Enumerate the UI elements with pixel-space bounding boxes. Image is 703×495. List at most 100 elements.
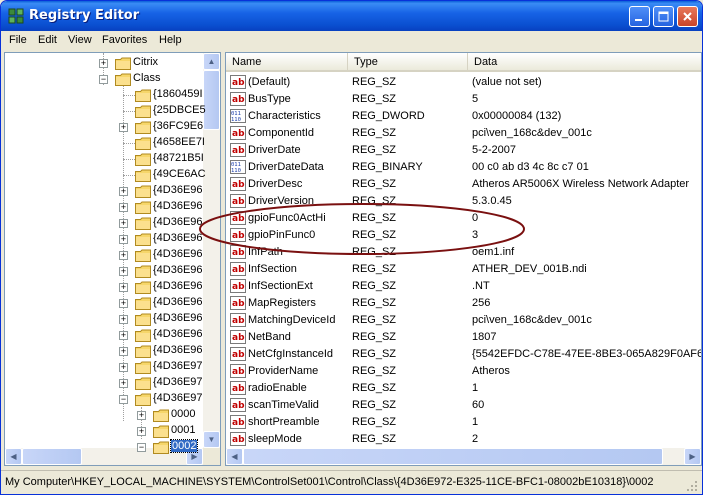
svg-text:ab: ab (232, 384, 245, 394)
value-data: 256 (472, 297, 491, 309)
value-row[interactable]: ab DriverDesc REG_SZ Atheros AR5006X Wirele… (226, 176, 701, 193)
binary-value-icon: 011110 (230, 160, 246, 174)
registry-editor-icon (8, 8, 24, 24)
values-list-pane[interactable]: Name Type Data ◀ ▶ ab (Default) REG_SZ (val… (225, 52, 702, 466)
string-value-icon: ab (230, 398, 246, 412)
expand-icon[interactable]: + (119, 235, 128, 244)
expand-icon[interactable]: + (119, 331, 128, 340)
menu-edit[interactable]: Edit (38, 34, 57, 46)
value-type: REG_SZ (352, 280, 397, 292)
expand-icon[interactable]: + (119, 123, 128, 132)
value-data: pci\ven_168c&dev_001c (472, 127, 592, 139)
tree-item-label: {4D36E96 (153, 264, 203, 276)
value-row[interactable]: ab MapRegisters REG_SZ 256 (226, 295, 701, 312)
value-row[interactable]: ab sleepMode REG_SZ 2 (226, 431, 701, 448)
value-row[interactable]: 011 110 Characteristics REG_DWORD 0x00000084… (226, 108, 701, 125)
string-value-icon: ab (230, 296, 246, 310)
column-header-data[interactable]: Data (468, 53, 701, 72)
menu-bar: File Edit View Favorites Help (1, 31, 702, 50)
collapse-icon[interactable]: − (119, 395, 128, 404)
value-row[interactable]: ab scanTimeValid REG_SZ 60 (226, 397, 701, 414)
expand-icon[interactable]: + (119, 299, 128, 308)
value-name: NetCfgInstanceId (248, 348, 333, 360)
tree-item-label: 0001 (171, 424, 196, 436)
tree-item-label: {4D36E96 (153, 280, 203, 292)
key-tree-pane[interactable]: ▲ ▼ ◀ ▶ + Citrix − Class {1860459I {25DBCE5 +{… (4, 52, 221, 466)
folder-icon (115, 57, 131, 70)
folder-icon (135, 281, 151, 294)
menu-favorites[interactable]: Favorites (102, 34, 147, 46)
folder-icon (135, 121, 151, 134)
value-row[interactable]: ab ComponentId REG_SZ pci\ven_168c&dev_001c (226, 125, 701, 142)
tree-scroll-down-button[interactable]: ▼ (203, 431, 220, 448)
title-bar[interactable]: Registry Editor (1, 1, 702, 31)
string-value-icon: ab (230, 432, 246, 446)
folder-icon (135, 217, 151, 230)
tree-item-label: {48721B5I (153, 152, 204, 164)
value-row[interactable]: ab InfSectionExt REG_SZ .NT (226, 278, 701, 295)
expand-icon[interactable]: + (119, 267, 128, 276)
expand-icon[interactable]: + (119, 283, 128, 292)
tree-item-label: {1860459I (153, 88, 203, 100)
expand-icon[interactable]: + (137, 427, 146, 436)
menu-view[interactable]: View (68, 34, 92, 46)
string-value-icon: ab (230, 381, 246, 395)
column-header-name[interactable]: Name (226, 53, 348, 72)
expand-icon[interactable]: + (119, 379, 128, 388)
value-type: REG_SZ (352, 331, 397, 343)
tree-item-label: 0002 (169, 439, 199, 453)
value-row[interactable]: ab DriverDate REG_SZ 5-2-2007 (226, 142, 701, 159)
resize-grip-icon[interactable] (685, 479, 698, 492)
value-row[interactable]: ab InfSection REG_SZ ATHER_DEV_001B.ndi (226, 261, 701, 278)
expand-icon[interactable]: + (119, 251, 128, 260)
value-row[interactable]: ab NetBand REG_SZ 1807 (226, 329, 701, 346)
expand-icon[interactable]: + (119, 219, 128, 228)
tree-item-label: 0000 (171, 408, 196, 420)
menu-file[interactable]: File (9, 34, 27, 46)
string-value-icon: ab (230, 330, 246, 344)
list-scroll-left-button[interactable]: ◀ (226, 448, 243, 465)
svg-text:ab: ab (232, 265, 245, 275)
minimize-button[interactable] (629, 6, 650, 27)
svg-text:ab: ab (232, 78, 245, 88)
tree-scroll-up-button[interactable]: ▲ (203, 53, 220, 70)
expand-icon[interactable]: + (137, 411, 146, 420)
svg-text:ab: ab (232, 316, 245, 326)
maximize-button[interactable] (653, 6, 674, 27)
expand-icon[interactable]: + (119, 203, 128, 212)
folder-icon (135, 361, 151, 374)
folder-icon (135, 377, 151, 390)
column-header-type[interactable]: Type (348, 53, 468, 72)
value-row[interactable]: ab (Default) REG_SZ (value not set) (226, 74, 701, 91)
expand-icon[interactable]: + (119, 187, 128, 196)
value-row[interactable]: ab MatchingDeviceId REG_SZ pci\ven_168c&dev… (226, 312, 701, 329)
menu-help[interactable]: Help (159, 34, 182, 46)
list-hscroll-thumb[interactable] (243, 448, 663, 465)
tree-scroll-thumb[interactable] (203, 70, 220, 130)
value-row[interactable]: ab shortPreamble REG_SZ 1 (226, 414, 701, 431)
list-scroll-right-button[interactable]: ▶ (684, 448, 701, 465)
value-row[interactable]: 011 110 DriverDateData REG_BINARY 00 c0 ab d… (226, 159, 701, 176)
value-row[interactable]: ab radioEnable REG_SZ 1 (226, 380, 701, 397)
folder-icon (135, 137, 151, 150)
expand-icon[interactable]: + (119, 347, 128, 356)
open-folder-icon (115, 73, 131, 86)
collapse-icon[interactable]: − (99, 75, 108, 84)
expand-icon[interactable]: + (119, 315, 128, 324)
list-horizontal-scrollbar[interactable]: ◀ ▶ (226, 448, 701, 465)
value-row[interactable]: ab BusType REG_SZ 5 (226, 91, 701, 108)
collapse-icon[interactable]: − (137, 443, 146, 452)
value-data: 0x00000084 (132) (472, 110, 562, 122)
string-value-icon: ab (230, 143, 246, 157)
value-row[interactable]: ab ProviderName REG_SZ Atheros (226, 363, 701, 380)
svg-text:ab: ab (232, 180, 245, 190)
value-name: InfSection (248, 263, 297, 275)
value-type: REG_SZ (352, 348, 397, 360)
value-row[interactable]: ab NetCfgInstanceId REG_SZ {5542EFDC-C78E-4… (226, 346, 701, 363)
expand-icon[interactable]: + (119, 363, 128, 372)
string-value-icon: ab (230, 313, 246, 327)
value-type: REG_SZ (352, 416, 397, 428)
open-folder-icon (153, 441, 169, 454)
close-button[interactable] (677, 6, 698, 27)
expand-icon[interactable]: + (99, 59, 108, 68)
